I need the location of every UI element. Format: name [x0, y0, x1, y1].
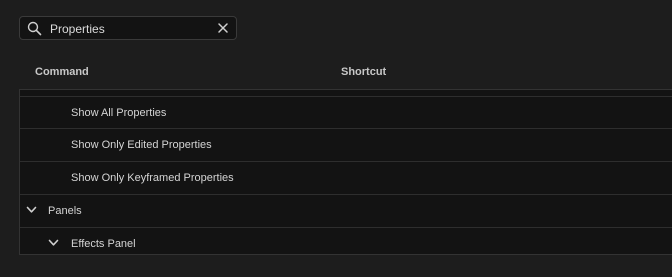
chevron-down-icon[interactable]	[48, 239, 59, 247]
chevron-down-icon[interactable]	[26, 206, 37, 214]
list-item[interactable]: Show Only Keyframed Properties	[20, 162, 672, 195]
command-label: Show Only Keyframed Properties	[71, 172, 234, 184]
keyboard-shortcuts-panel: Command Shortcut Show All Properties Sho…	[0, 0, 672, 277]
list-item-group[interactable]: Panels	[20, 195, 672, 228]
list-item[interactable]: Show Only Edited Properties	[20, 129, 672, 162]
search-icon	[27, 21, 42, 36]
search-input[interactable]	[50, 20, 210, 37]
command-label: Show All Properties	[71, 107, 167, 119]
group-label: Effects Panel	[71, 238, 136, 250]
column-header-shortcut[interactable]: Shortcut	[341, 66, 386, 78]
list-item[interactable]: Show All Properties	[20, 96, 672, 129]
close-icon[interactable]	[216, 21, 230, 35]
group-label: Panels	[48, 205, 82, 217]
search-box[interactable]	[19, 16, 237, 40]
command-list: Show All Properties Show Only Edited Pro…	[19, 89, 672, 255]
list-item-group[interactable]: Effects Panel	[20, 228, 672, 254]
column-header-command[interactable]: Command	[35, 66, 89, 78]
command-label: Show Only Edited Properties	[71, 139, 212, 151]
